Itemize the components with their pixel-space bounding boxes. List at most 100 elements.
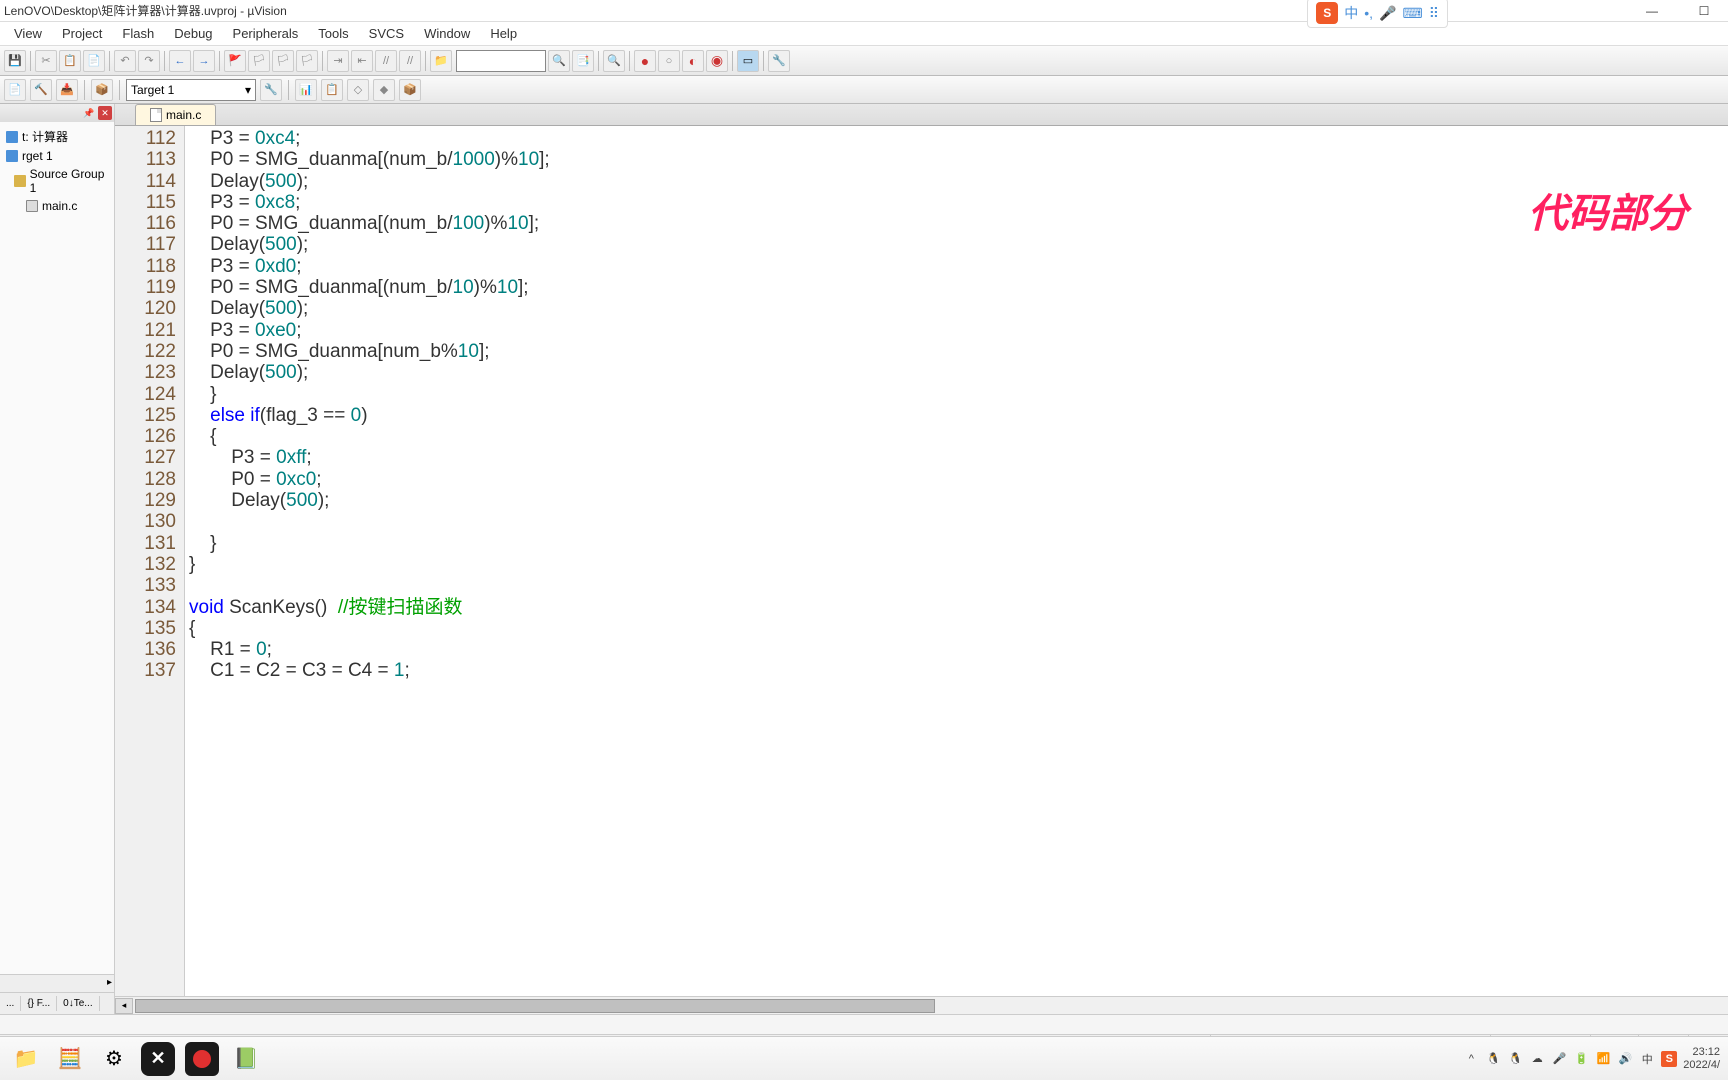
- save-all-button[interactable]: 💾: [4, 50, 26, 72]
- ime-mic-icon[interactable]: 🎤: [1379, 5, 1396, 22]
- task-keil[interactable]: ⚙: [92, 1041, 136, 1077]
- menu-view[interactable]: View: [4, 24, 52, 43]
- horizontal-scrollbar[interactable]: ◂: [115, 996, 1728, 1014]
- ime-keyboard-icon[interactable]: ⌨: [1403, 5, 1423, 22]
- menu-tools[interactable]: Tools: [308, 24, 358, 43]
- main-area: 📌 ✕ t: 计算器 rget 1 Source Group 1 main.c …: [0, 104, 1728, 1014]
- bookmark-button[interactable]: 🚩: [224, 50, 246, 72]
- panel-tab-functions[interactable]: {} F...: [21, 996, 57, 1011]
- task-wps[interactable]: 📗: [224, 1041, 268, 1077]
- build-button[interactable]: 🔨: [30, 79, 52, 101]
- cut-button[interactable]: ✂: [35, 50, 57, 72]
- menu-svcs[interactable]: SVCS: [359, 24, 414, 43]
- copy-button[interactable]: 📋: [59, 50, 81, 72]
- pin-icon[interactable]: 📌: [82, 106, 96, 120]
- tree-group[interactable]: Source Group 1: [2, 165, 112, 197]
- menu-window[interactable]: Window: [414, 24, 480, 43]
- project-panel: 📌 ✕ t: 计算器 rget 1 Source Group 1 main.c …: [0, 104, 115, 1014]
- editor-tabs: main.c: [115, 104, 1728, 126]
- nav-forward-button[interactable]: →: [193, 50, 215, 72]
- indent-button[interactable]: ⇥: [327, 50, 349, 72]
- code-content[interactable]: P3 = 0xc4; P0 = SMG_duanma[(num_b/1000)%…: [185, 126, 1728, 996]
- tray-time-text: 23:12: [1683, 1046, 1720, 1059]
- ime-punct[interactable]: •,: [1364, 5, 1373, 21]
- tray-volume-icon[interactable]: 🔊: [1617, 1051, 1633, 1067]
- tree-target[interactable]: rget 1: [2, 147, 112, 165]
- tray-qq2-icon[interactable]: 🐧: [1507, 1051, 1523, 1067]
- tray-qq-icon[interactable]: 🐧: [1485, 1051, 1501, 1067]
- uncomment-button[interactable]: //: [399, 50, 421, 72]
- find-button[interactable]: 🔍: [548, 50, 570, 72]
- rebuild-button[interactable]: 📥: [56, 79, 78, 101]
- target-label: Target 1: [131, 83, 174, 97]
- batch-build-button[interactable]: 📦: [91, 79, 113, 101]
- menu-help[interactable]: Help: [480, 24, 527, 43]
- task-recorder[interactable]: [180, 1041, 224, 1077]
- tree-root-label: t: 计算器: [22, 128, 68, 145]
- bookmark-clear-button[interactable]: 🏳: [296, 50, 318, 72]
- manage-rte-button[interactable]: ◆: [373, 79, 395, 101]
- tray-ime-icon[interactable]: 中: [1639, 1051, 1655, 1067]
- folder-icon: [14, 175, 26, 187]
- scroll-right-icon[interactable]: ▸: [107, 977, 112, 988]
- tray-sogou-icon[interactable]: S: [1661, 1051, 1677, 1067]
- manage-books-button[interactable]: ◇: [347, 79, 369, 101]
- code-area[interactable]: 1121131141151161171181191201211221231241…: [115, 126, 1728, 996]
- breakpoint-killall-button[interactable]: ◉: [706, 50, 728, 72]
- maximize-button[interactable]: ☐: [1684, 1, 1724, 21]
- tray-chevron-icon[interactable]: ^: [1463, 1051, 1479, 1067]
- tray-mic-icon[interactable]: 🎤: [1551, 1051, 1567, 1067]
- menu-project[interactable]: Project: [52, 24, 112, 43]
- paste-button[interactable]: 📄: [83, 50, 105, 72]
- outdent-button[interactable]: ⇤: [351, 50, 373, 72]
- search-combo[interactable]: [456, 50, 546, 72]
- editor-tab-main[interactable]: main.c: [135, 104, 216, 125]
- pack-installer-button[interactable]: 📦: [399, 79, 421, 101]
- bookmark-prev-button[interactable]: 🏳: [248, 50, 270, 72]
- breakpoint-disable-button[interactable]: ○: [658, 50, 680, 72]
- ime-lang[interactable]: 中: [1344, 3, 1358, 23]
- breakpoint-button[interactable]: ●: [634, 50, 656, 72]
- taskbar: 📁 🧮 ⚙ ✕ 📗 ^ 🐧 🐧 ☁ 🎤 🔋 📶 🔊 中 S 23:12 2022…: [0, 1036, 1728, 1080]
- manage-multi-button[interactable]: 📋: [321, 79, 343, 101]
- tree-root[interactable]: t: 计算器: [2, 126, 112, 147]
- task-capcut[interactable]: ✕: [136, 1041, 180, 1077]
- minimize-button[interactable]: —: [1632, 1, 1672, 21]
- ime-menu-icon[interactable]: ⠿: [1429, 5, 1439, 22]
- menu-peripherals[interactable]: Peripherals: [223, 24, 309, 43]
- translate-button[interactable]: 📄: [4, 79, 26, 101]
- sogou-icon[interactable]: S: [1316, 2, 1338, 24]
- tray-cloud-icon[interactable]: ☁: [1529, 1051, 1545, 1067]
- folder-button[interactable]: 📁: [430, 50, 452, 72]
- tray-wifi-icon[interactable]: 📶: [1595, 1051, 1611, 1067]
- task-explorer[interactable]: 📁: [4, 1041, 48, 1077]
- manage-button[interactable]: 📊: [295, 79, 317, 101]
- menu-flash[interactable]: Flash: [112, 24, 164, 43]
- menu-debug[interactable]: Debug: [164, 24, 222, 43]
- project-icon: [6, 131, 18, 143]
- tree-file[interactable]: main.c: [2, 197, 112, 215]
- debug-button[interactable]: 🔍: [603, 50, 625, 72]
- options-button[interactable]: 🔧: [260, 79, 282, 101]
- c-file-icon: [150, 108, 162, 122]
- task-calculator[interactable]: 🧮: [48, 1041, 92, 1077]
- comment-button[interactable]: //: [375, 50, 397, 72]
- close-icon[interactable]: ✕: [98, 106, 112, 120]
- scroll-thumb[interactable]: [135, 999, 935, 1013]
- find-in-files-button[interactable]: 📑: [572, 50, 594, 72]
- target-icon: [6, 150, 18, 162]
- breakpoint-kill-button[interactable]: ◐: [682, 50, 704, 72]
- bookmark-next-button[interactable]: 🏳: [272, 50, 294, 72]
- tray-battery-icon[interactable]: 🔋: [1573, 1051, 1589, 1067]
- config-button[interactable]: 🔧: [768, 50, 790, 72]
- tray-clock[interactable]: 23:12 2022/4/: [1683, 1046, 1724, 1072]
- scroll-left-button[interactable]: ◂: [115, 998, 133, 1014]
- panel-tab-project[interactable]: ...: [0, 996, 21, 1011]
- undo-button[interactable]: ↶: [114, 50, 136, 72]
- window-title: LenOVO\Desktop\矩阵计算器\计算器.uvproj - µVisio…: [4, 2, 287, 19]
- nav-back-button[interactable]: ←: [169, 50, 191, 72]
- window-layout-button[interactable]: ▭: [737, 50, 759, 72]
- panel-tab-templates[interactable]: 0↓Te...: [57, 996, 99, 1011]
- redo-button[interactable]: ↷: [138, 50, 160, 72]
- target-select[interactable]: Target 1 ▾: [126, 79, 256, 101]
